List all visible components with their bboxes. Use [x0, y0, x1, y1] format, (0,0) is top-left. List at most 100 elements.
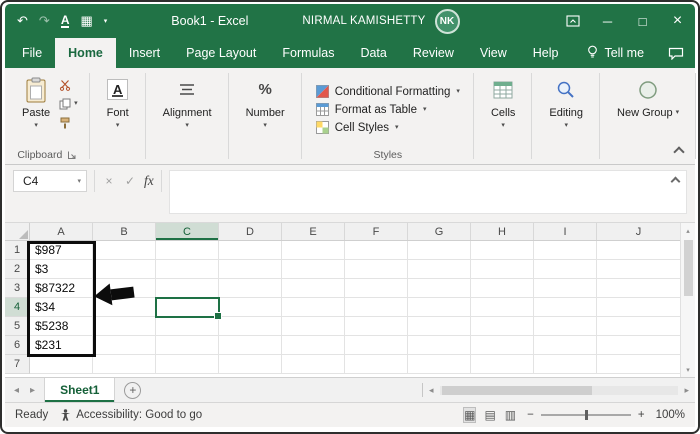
grid-cell[interactable] — [219, 260, 282, 279]
name-box-dropdown-icon[interactable]: ▾ — [77, 177, 81, 185]
collapse-formula-bar-icon[interactable] — [670, 176, 681, 187]
column-header-f[interactable]: F — [345, 223, 408, 240]
cut-button[interactable] — [59, 78, 78, 91]
grid-cell[interactable] — [408, 260, 471, 279]
grid-cell[interactable] — [156, 241, 219, 260]
grid-cell[interactable] — [534, 298, 597, 317]
grid-cell[interactable] — [408, 298, 471, 317]
page-break-view-icon[interactable]: ▥ — [505, 408, 516, 422]
grid-cell[interactable] — [219, 317, 282, 336]
zoom-in-icon[interactable]: + — [638, 409, 645, 421]
grid-cell[interactable] — [597, 317, 680, 336]
column-header-i[interactable]: I — [534, 223, 597, 240]
conditional-formatting-button[interactable]: Conditional Formatting ▾ — [315, 85, 460, 98]
normal-view-icon[interactable]: ▦ — [463, 407, 477, 423]
close-icon[interactable]: × — [660, 4, 695, 38]
vertical-scrollbar[interactable]: ▴ ▾ — [680, 223, 695, 377]
grid-cell[interactable] — [156, 336, 219, 355]
grid-cell[interactable] — [156, 355, 219, 374]
column-header-g[interactable]: G — [408, 223, 471, 240]
name-box[interactable]: C4 ▾ — [13, 170, 87, 192]
sheet-nav-right-icon[interactable]: ▸ — [30, 385, 35, 396]
grid-cell[interactable] — [408, 355, 471, 374]
minimize-icon[interactable]: ─ — [590, 4, 625, 38]
insert-function-button[interactable]: fx — [144, 173, 154, 189]
grid-cell[interactable] — [282, 241, 345, 260]
grid-cell[interactable] — [471, 260, 534, 279]
grid-cell[interactable] — [93, 317, 156, 336]
avatar[interactable]: NK — [434, 8, 460, 34]
grid-cell[interactable] — [219, 241, 282, 260]
zoom-slider[interactable] — [540, 410, 631, 420]
paste-button[interactable]: Paste ▾ — [15, 74, 57, 146]
tab-help[interactable]: Help — [520, 38, 572, 68]
grid-cell[interactable] — [93, 355, 156, 374]
maximize-icon[interactable]: □ — [625, 4, 660, 38]
column-header-h[interactable]: H — [471, 223, 534, 240]
column-header-a[interactable]: A — [30, 223, 93, 240]
grid-cell[interactable] — [282, 260, 345, 279]
grid-cell[interactable] — [93, 260, 156, 279]
horizontal-scroll-thumb[interactable] — [441, 385, 592, 395]
grid-cell[interactable] — [408, 336, 471, 355]
grid-cell[interactable] — [408, 279, 471, 298]
grid-cell[interactable] — [345, 279, 408, 298]
alignment-button[interactable]: Alignment ▾ — [156, 74, 219, 146]
font-button[interactable]: A Font ▾ — [100, 74, 136, 146]
tab-formulas[interactable]: Formulas — [269, 38, 347, 68]
grid-cell[interactable] — [93, 336, 156, 355]
grid-cell[interactable] — [282, 298, 345, 317]
grid-cell[interactable] — [345, 355, 408, 374]
grid-cell[interactable] — [471, 336, 534, 355]
grid-cell[interactable] — [597, 355, 680, 374]
number-button[interactable]: % Number ▾ — [239, 74, 292, 146]
grid-cell[interactable] — [597, 279, 680, 298]
grid-cell[interactable] — [597, 260, 680, 279]
grid-cell[interactable] — [534, 241, 597, 260]
grid-cell[interactable] — [156, 260, 219, 279]
grid-cell[interactable] — [156, 317, 219, 336]
tab-view[interactable]: View — [467, 38, 520, 68]
grid-cell[interactable] — [471, 355, 534, 374]
tab-file[interactable]: File — [9, 38, 55, 68]
grid-cell[interactable] — [534, 260, 597, 279]
horizontal-scrollbar[interactable]: ◂ ▸ — [423, 378, 695, 402]
formula-enter-icon[interactable]: ✓ — [123, 174, 137, 188]
grid-cell[interactable] — [345, 260, 408, 279]
sheet-nav-left-icon[interactable]: ◂ — [14, 385, 19, 396]
undo-icon[interactable]: ↶ — [17, 13, 28, 29]
tell-me[interactable]: Tell me — [575, 38, 656, 68]
grid-cell[interactable] — [471, 241, 534, 260]
formula-input[interactable] — [168, 170, 687, 214]
grid-cell[interactable] — [93, 241, 156, 260]
format-painter-button[interactable] — [59, 116, 78, 129]
grid-cell[interactable] — [345, 298, 408, 317]
scroll-up-icon[interactable]: ▴ — [681, 223, 695, 238]
formula-cancel-icon[interactable]: × — [102, 174, 116, 188]
cell-styles-button[interactable]: Cell Styles ▾ — [315, 121, 399, 134]
cells-button[interactable]: Cells ▾ — [484, 74, 522, 146]
zoom-out-icon[interactable]: − — [527, 409, 534, 421]
grid-cell[interactable] — [534, 317, 597, 336]
column-header-d[interactable]: D — [219, 223, 282, 240]
grid-cell[interactable] — [219, 336, 282, 355]
column-header-e[interactable]: E — [282, 223, 345, 240]
select-all-button[interactable] — [5, 223, 30, 240]
grid-cell[interactable] — [282, 355, 345, 374]
grid-cell[interactable] — [471, 279, 534, 298]
grid-cell[interactable] — [471, 298, 534, 317]
column-header-j[interactable]: J — [597, 223, 680, 240]
qat-dropdown-icon[interactable]: ▾ — [104, 17, 108, 25]
grid-cell[interactable] — [345, 241, 408, 260]
comments-icon[interactable] — [656, 38, 696, 68]
grid-cell[interactable] — [156, 279, 219, 298]
tab-page-layout[interactable]: Page Layout — [173, 38, 269, 68]
copy-button[interactable]: ▾ — [59, 97, 78, 110]
grid-cell[interactable] — [345, 317, 408, 336]
dialog-launcher-icon[interactable] — [67, 150, 77, 160]
grid-cell[interactable] — [345, 336, 408, 355]
grid-cell[interactable] — [534, 355, 597, 374]
grid-cell[interactable] — [219, 279, 282, 298]
new-group-button[interactable]: New Group ▾ — [610, 74, 686, 146]
editing-button[interactable]: Editing ▾ — [542, 74, 590, 146]
